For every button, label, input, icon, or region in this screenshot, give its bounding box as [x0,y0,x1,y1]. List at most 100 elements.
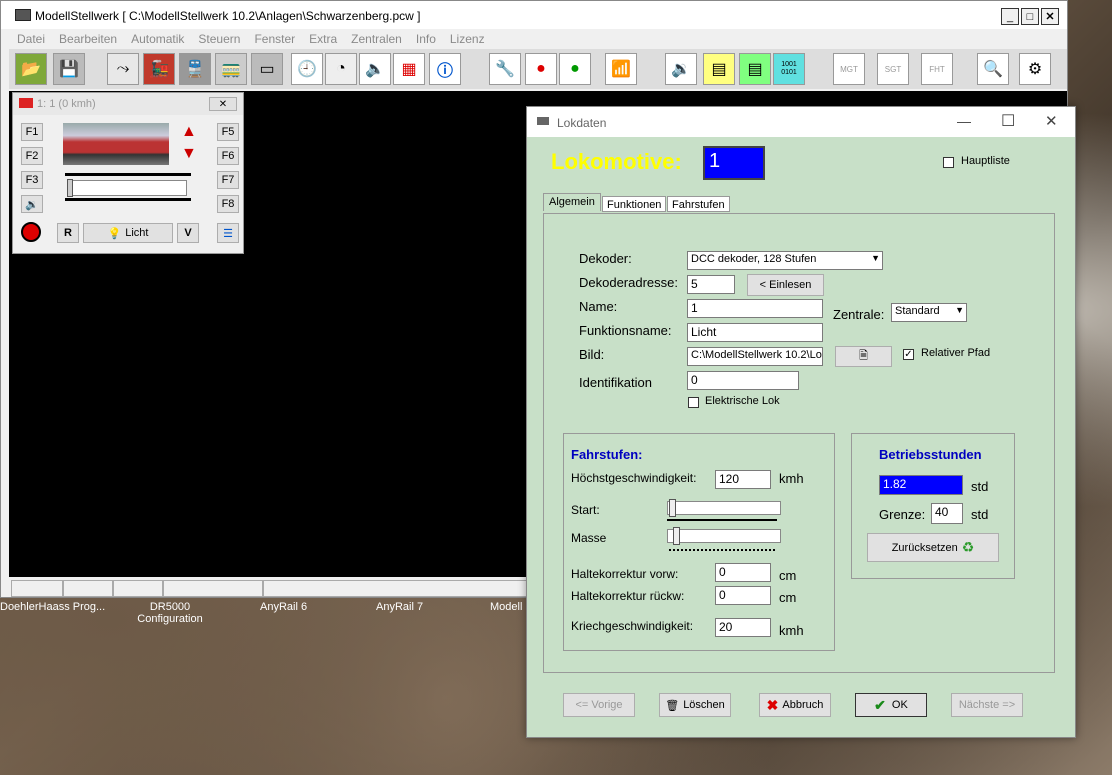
ok-button[interactable]: ✔ OK [855,693,927,717]
direction-forward-icon[interactable]: ▲ [181,123,197,141]
speedometer-icon[interactable]: ◔ [325,53,357,85]
desktop-icon-anyrail6[interactable]: AnyRail 6 [260,601,307,613]
zentrale-select[interactable]: Standard ▼ [891,303,967,322]
wifi-icon[interactable]: 📶 [605,53,637,85]
loeschen-button[interactable]: 🗑 Löschen [659,693,731,717]
chip-green-icon[interactable]: ▤ [739,53,771,85]
dialog-minimize-button[interactable]: — [957,113,971,129]
zentrale-select-value: Standard [895,305,940,317]
menu-info[interactable]: Info [416,32,436,46]
list-icon[interactable]: ☰ [217,223,239,243]
dialog-close-button[interactable]: ✕ [1045,112,1058,130]
speed-slider-thumb[interactable] [67,179,73,197]
desktop-icon-anyrail7[interactable]: AnyRail 7 [376,601,423,613]
tab-algemein[interactable]: Algemein [543,193,601,211]
loco-close-button[interactable]: ✕ [209,97,237,111]
abbruch-button[interactable]: ✖ Abbruch [759,693,831,717]
loco-control-window: 1: 1 (0 kmh) ✕ F1 F2 F3 🔉 F5 F6 F7 F8 ▲ … [12,92,244,254]
f2-button[interactable]: F2 [21,147,43,165]
kriechgeschwindigkeit-input[interactable]: 20 [715,618,771,637]
licht-button[interactable]: 💡 Licht [83,223,173,243]
haltekorrektur-rueckw-input[interactable]: 0 [715,586,771,605]
direction-backward-icon[interactable]: ▼ [181,145,197,163]
r-button[interactable]: R [57,223,79,243]
haltekorrektur-vorw-input[interactable]: 0 [715,563,771,582]
desktop-icon-doehlerhaass[interactable]: DoehlerHaass Prog... [0,601,105,613]
app-icon [15,9,31,21]
start-slider-thumb[interactable] [669,499,676,517]
track-switch-icon[interactable]: ⤳ [107,53,139,85]
chip-yellow-icon[interactable]: ▤ [703,53,735,85]
menu-datei[interactable]: Datei [17,32,45,46]
masse-slider-thumb[interactable] [673,527,680,545]
speed-slider[interactable] [65,173,191,201]
menu-zentralen[interactable]: Zentralen [351,32,402,46]
f3-button[interactable]: F3 [21,171,43,189]
green-signal-icon[interactable]: ● [559,53,591,85]
open-folder-icon[interactable]: 📂 [15,53,47,85]
browse-file-button[interactable]: 🗎 [835,346,892,367]
menu-steuern[interactable]: Steuern [198,32,240,46]
tab-funktionen[interactable]: Funktionen [602,196,667,212]
name-input[interactable]: 1 [687,299,823,318]
f8-button[interactable]: F8 [217,195,239,213]
v-button[interactable]: V [177,223,199,243]
betriebsstunden-title: Betriebsstunden [879,447,982,462]
menu-lizenz[interactable]: Lizenz [450,32,485,46]
mgt-icon[interactable]: MGT [833,53,865,85]
naechste-button[interactable]: Nächste => [951,693,1023,717]
minimize-button[interactable]: _ [1001,8,1019,25]
horn-button[interactable]: 🔉 [21,195,43,213]
relativer-pfad-checkbox[interactable]: ✓ [903,349,914,360]
sgt-icon[interactable]: SGT [877,53,909,85]
menu-automatik[interactable]: Automatik [131,32,184,46]
dialog-maximize-button[interactable]: ☐ [1001,111,1015,131]
identifikation-input[interactable]: 0 [687,371,799,390]
binary-icon[interactable]: 1001 0101 [773,53,805,85]
horn-icon[interactable]: 🔈 [359,53,391,85]
f5-button[interactable]: F5 [217,123,239,141]
save-disk-icon[interactable]: 💾 [53,53,85,85]
grenze-input[interactable]: 40 [931,503,963,524]
tools-icon[interactable]: 🔧 [489,53,521,85]
tab-fahrstufen[interactable]: Fahrstufen [667,196,730,212]
maximize-button[interactable]: □ [1021,8,1039,25]
funktionsname-input[interactable]: Licht [687,323,823,342]
clock-icon[interactable]: 🕘 [291,53,323,85]
locomotive-display-icon[interactable]: ▭ [251,53,283,85]
menu-extra[interactable]: Extra [309,32,337,46]
fht-icon[interactable]: FHT [921,53,953,85]
menu-fenster[interactable]: Fenster [254,32,295,46]
info-icon[interactable]: ⓘ [429,53,461,85]
loco-number-field[interactable]: 1 [703,146,765,180]
start-slider[interactable] [667,499,781,521]
menu-bearbeiten[interactable]: Bearbeiten [59,32,117,46]
einlesen-button[interactable]: < Einlesen [747,274,824,296]
hauptliste-checkbox[interactable] [943,157,954,168]
signal-panel-icon[interactable]: ▦ [393,53,425,85]
identifikation-label: Identifikation [579,375,652,390]
hoechstgeschwindigkeit-input[interactable]: 120 [715,470,771,489]
f7-button[interactable]: F7 [217,171,239,189]
licht-button-label: Licht [125,227,149,239]
f6-button[interactable]: F6 [217,147,239,165]
stop-icon[interactable] [21,222,41,242]
dekoderadresse-input[interactable]: 5 [687,275,735,294]
train-icon[interactable]: 🚆 [179,53,211,85]
elektrische-lok-checkbox[interactable] [688,397,699,408]
magnifier-icon[interactable]: 🔍 [977,53,1009,85]
masse-slider[interactable] [667,527,781,551]
close-button[interactable]: ✕ [1041,8,1059,25]
locomotive-icon[interactable]: 🚂 [143,53,175,85]
red-signal-icon[interactable]: ● [525,53,557,85]
locomotive-list-icon[interactable]: 🚃 [215,53,247,85]
desktop-icon-dr5000[interactable]: DR5000 Configuration [130,601,210,625]
vorige-button[interactable]: <= Vorige [563,693,635,717]
f1-button[interactable]: F1 [21,123,43,141]
dekoder-select[interactable]: DCC dekoder, 128 Stufen ▼ [687,251,883,270]
bild-input[interactable]: C:\ModellStellwerk 10.2\Lo [687,347,823,366]
sound-icon[interactable]: 🔉 [665,53,697,85]
zuruecksetzen-button[interactable]: Zurücksetzen ♻ [867,533,999,562]
settings-gears-icon[interactable]: ⚙ [1019,53,1051,85]
desktop-icon-modell[interactable]: Modell [490,601,522,613]
